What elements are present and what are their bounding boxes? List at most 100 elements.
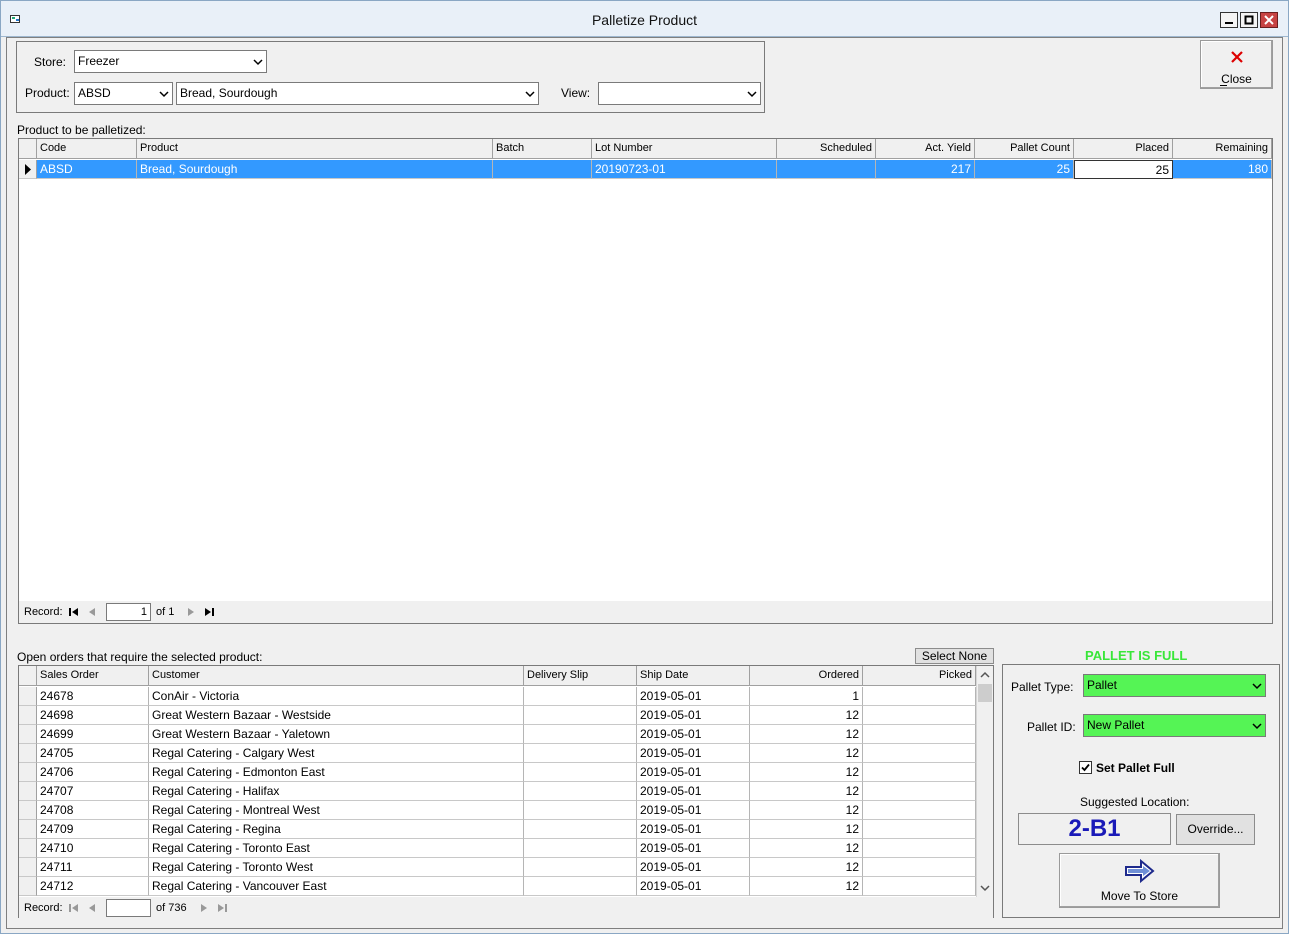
col-act-yield[interactable]: Act. Yield [876,139,975,159]
cell-customer[interactable]: Regal Catering - Regina [149,820,524,839]
cell-picked[interactable] [863,877,976,896]
cell-ship-date[interactable]: 2019-05-01 [637,782,750,801]
cell-placed-editor[interactable]: 25 [1074,160,1173,179]
scroll-down-icon[interactable] [979,882,991,894]
cell-delivery-slip[interactable] [524,725,637,744]
prev-record-icon[interactable] [85,901,99,915]
cell-sales-order[interactable]: 24706 [37,763,149,782]
col-scheduled[interactable]: Scheduled [777,139,876,159]
cell-customer[interactable]: Regal Catering - Halifax [149,782,524,801]
cell-picked[interactable] [863,782,976,801]
cell-ship-date[interactable]: 2019-05-01 [637,801,750,820]
cell-lot-number[interactable]: 20190723-01 [592,160,777,179]
cell-ship-date[interactable]: 2019-05-01 [637,877,750,896]
cell-picked[interactable] [863,839,976,858]
row-selector[interactable] [19,782,37,801]
first-record-icon[interactable] [67,901,81,915]
cell-ordered[interactable]: 12 [750,820,863,839]
cell-picked[interactable] [863,744,976,763]
cell-sales-order[interactable]: 24707 [37,782,149,801]
cell-ordered[interactable]: 1 [750,687,863,706]
cell-picked[interactable] [863,801,976,820]
cell-customer[interactable]: Regal Catering - Edmonton East [149,763,524,782]
cell-sales-order[interactable]: 24712 [37,877,149,896]
cell-delivery-slip[interactable] [524,763,637,782]
view-combo[interactable] [598,82,761,105]
cell-delivery-slip[interactable] [524,744,637,763]
col-customer[interactable]: Customer [149,666,524,686]
col-remaining[interactable]: Remaining [1173,139,1272,159]
col-ordered[interactable]: Ordered [750,666,863,686]
last-record-icon[interactable] [215,901,229,915]
cell-ordered[interactable]: 12 [750,801,863,820]
cell-delivery-slip[interactable] [524,801,637,820]
col-product[interactable]: Product [137,139,493,159]
minimize-button[interactable] [1220,12,1238,28]
cell-delivery-slip[interactable] [524,858,637,877]
next-record-icon[interactable] [197,901,211,915]
cell-customer[interactable]: Regal Catering - Toronto East [149,839,524,858]
cell-sales-order[interactable]: 24709 [37,820,149,839]
cell-delivery-slip[interactable] [524,687,637,706]
scroll-thumb[interactable] [978,684,992,702]
cell-ship-date[interactable]: 2019-05-01 [637,820,750,839]
cell-customer[interactable]: Regal Catering - Calgary West [149,744,524,763]
cell-ship-date[interactable]: 2019-05-01 [637,725,750,744]
cell-act-yield[interactable]: 217 [876,160,975,179]
override-button[interactable]: Override... [1176,814,1255,845]
cell-pallet-count[interactable]: 25 [975,160,1074,179]
first-record-icon[interactable] [67,605,81,619]
cell-product[interactable]: Bread, Sourdough [137,160,493,179]
row-selector[interactable] [19,763,37,782]
cell-sales-order[interactable]: 24698 [37,706,149,725]
cell-sales-order[interactable]: 24699 [37,725,149,744]
cell-sales-order[interactable]: 24710 [37,839,149,858]
cell-customer[interactable]: Great Western Bazaar - Westside [149,706,524,725]
row-selector[interactable] [19,858,37,877]
cell-customer[interactable]: Regal Catering - Montreal West [149,801,524,820]
col-delivery-slip[interactable]: Delivery Slip [524,666,637,686]
move-to-store-button[interactable]: Move To Store [1059,853,1220,908]
cell-ordered[interactable]: 12 [750,839,863,858]
cell-customer[interactable]: Regal Catering - Vancouver East [149,877,524,896]
record-number-input[interactable]: 1 [106,603,151,621]
cell-customer[interactable]: ConAir - Victoria [149,687,524,706]
store-combo[interactable]: Freezer [74,50,267,73]
col-ship-date[interactable]: Ship Date [637,666,750,686]
row-selector[interactable] [19,820,37,839]
cell-ordered[interactable]: 12 [750,858,863,877]
pallet-type-combo[interactable]: Pallet [1083,674,1266,697]
row-selector[interactable] [19,687,37,706]
cell-sales-order[interactable]: 24705 [37,744,149,763]
row-selector[interactable] [19,160,37,179]
cell-ordered[interactable]: 12 [750,782,863,801]
col-batch[interactable]: Batch [493,139,592,159]
cell-delivery-slip[interactable] [524,820,637,839]
row-selector[interactable] [19,801,37,820]
cell-ordered[interactable]: 12 [750,744,863,763]
col-code[interactable]: Code [37,139,137,159]
row-selector[interactable] [19,877,37,896]
last-record-icon[interactable] [202,605,216,619]
pallet-id-combo[interactable]: New Pallet [1083,714,1266,737]
col-sales-order[interactable]: Sales Order [37,666,149,686]
scroll-up-icon[interactable] [979,669,991,681]
cell-sales-order[interactable]: 24708 [37,801,149,820]
col-lot-number[interactable]: Lot Number [592,139,777,159]
row-selector[interactable] [19,706,37,725]
cell-ship-date[interactable]: 2019-05-01 [637,744,750,763]
cell-ship-date[interactable]: 2019-05-01 [637,839,750,858]
close-button[interactable]: Close [1200,40,1273,89]
window-close-button[interactable] [1260,12,1278,28]
cell-ship-date[interactable]: 2019-05-01 [637,687,750,706]
col-picked[interactable]: Picked [863,666,976,686]
cell-scheduled[interactable] [777,160,876,179]
cell-ship-date[interactable]: 2019-05-01 [637,706,750,725]
cell-picked[interactable] [863,820,976,839]
cell-sales-order[interactable]: 24678 [37,687,149,706]
next-record-icon[interactable] [184,605,198,619]
row-selector[interactable] [19,839,37,858]
cell-customer[interactable]: Regal Catering - Toronto West [149,858,524,877]
cell-ordered[interactable]: 12 [750,725,863,744]
cell-picked[interactable] [863,858,976,877]
